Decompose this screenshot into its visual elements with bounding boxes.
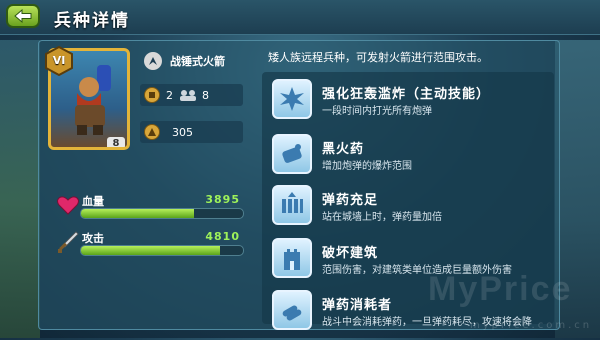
unit-description: 矮人族远程兵种，可发射火箭进行范围攻击。 (268, 51, 488, 64)
cost-row: 2 8 (140, 84, 243, 106)
skill-item[interactable]: 强化狂轰滥炸（主动技能） 一段时间内打光所有炮弹 (272, 79, 552, 129)
gunpowder-icon (272, 134, 312, 174)
skill-name: 强化狂轰滥炸（主动技能） (322, 87, 491, 102)
skill-desc: 增加炮弹的爆炸范围 (322, 161, 412, 172)
tower-icon (272, 238, 312, 278)
skill-desc: 站在城墙上时，弹药量加倍 (322, 212, 442, 223)
background-left-scenery (0, 40, 40, 338)
skill-item[interactable]: 弹药充足 站在城墙上时，弹药量加倍 (272, 185, 552, 235)
skill-name: 弹药充足 (322, 193, 379, 208)
skill-name: 黑火药 (322, 142, 365, 157)
housing-value: 8 (202, 88, 209, 102)
watermark-url: myprice.com.cn (470, 320, 593, 331)
attack-label: 攻击 (82, 232, 104, 245)
attack-bar-fill (81, 246, 221, 255)
shells-icon (272, 290, 312, 330)
skill-name: 弹药消耗者 (322, 298, 393, 313)
back-arrow-icon (14, 9, 32, 23)
back-button[interactable] (6, 4, 40, 28)
health-value: 3895 (205, 193, 240, 206)
heart-icon (57, 196, 79, 215)
explosion-icon (272, 79, 312, 119)
sword-icon (58, 231, 79, 253)
unit-type-icon (144, 52, 162, 70)
watermark-brand: MyPrice (428, 270, 573, 308)
page-title: 兵种详情 (54, 11, 130, 31)
health-bar-fill (81, 209, 195, 218)
card-level: 8 (107, 137, 125, 147)
ammo-rack-icon (272, 185, 312, 225)
attack-bar-block: 攻击 4810 (56, 230, 246, 258)
damage-row: 305 (140, 121, 243, 143)
unit-type: 战锤式火箭 (144, 52, 225, 70)
gold-cost-value: 2 (166, 88, 173, 102)
damage-icon (144, 124, 160, 140)
header-bar: 兵种详情 (0, 0, 600, 35)
rank-badge-label: VI (52, 54, 66, 67)
attack-bar-track (80, 245, 244, 256)
housing-icon (180, 90, 196, 101)
skill-desc: 一段时间内打光所有炮弹 (322, 106, 432, 117)
attack-value: 4810 (205, 230, 240, 243)
damage-value: 305 (172, 125, 193, 139)
health-bar-block: 血量 3895 (56, 193, 246, 221)
health-bar-track (80, 208, 244, 219)
skill-name: 破坏建筑 (322, 246, 379, 261)
health-label: 血量 (82, 195, 104, 208)
skill-item[interactable]: 黑火药 增加炮弹的爆炸范围 (272, 134, 552, 184)
gold-cost-icon (144, 87, 160, 103)
unit-type-label: 战锤式火箭 (170, 55, 225, 68)
